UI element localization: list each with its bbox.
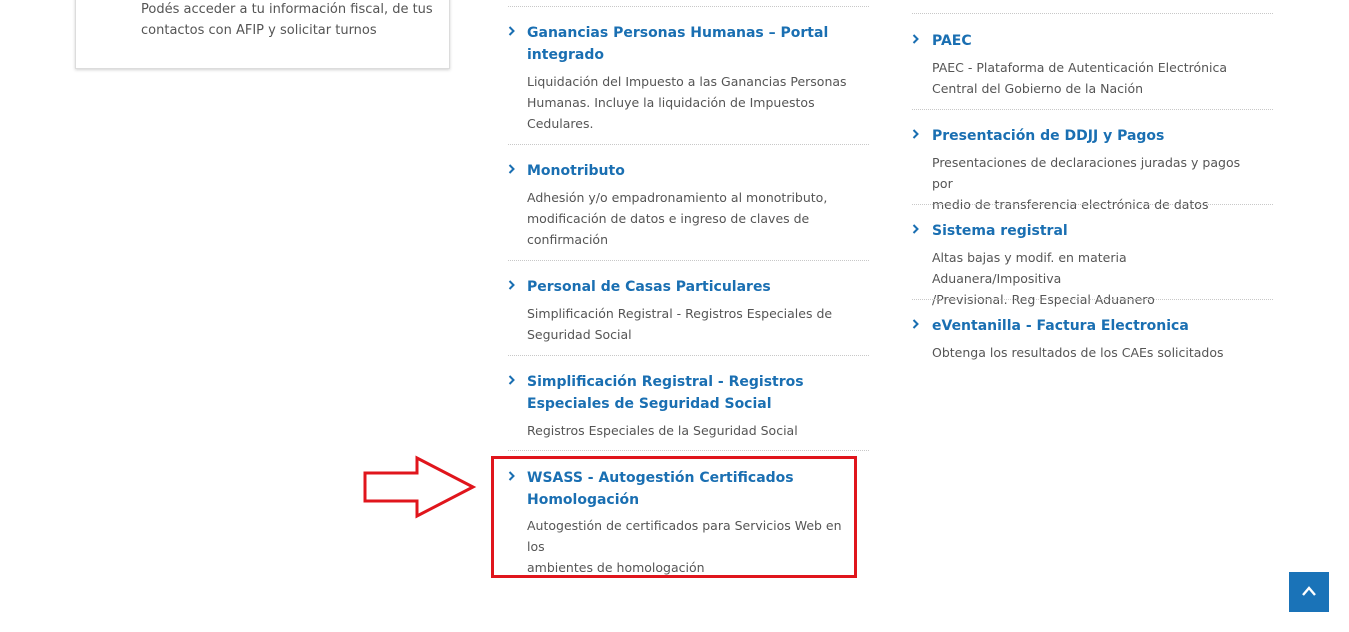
service-title-line: integrado — [527, 47, 604, 63]
service-link-ganancias[interactable]: Ganancias Personas Humanas – Portal inte… — [527, 22, 847, 66]
info-card-text: Podés acceder a tu información fiscal, d… — [141, 2, 433, 38]
service-title-line: Especiales de Seguridad Social — [527, 396, 772, 412]
chevron-right-icon — [912, 129, 922, 141]
annotation-highlight-box — [491, 456, 857, 578]
service-title-line: Sistema registral — [932, 223, 1068, 239]
service-description: Registros Especiales de la Seguridad Soc… — [527, 420, 852, 441]
description-line: Humanas. Incluye la liquidación de Impue… — [527, 95, 815, 110]
service-title-line: Ganancias Personas Humanas – Portal — [527, 25, 829, 41]
service-link-sistema-registral[interactable]: Sistema registral — [932, 220, 1252, 242]
separator — [912, 299, 1273, 300]
description-line: PAEC - Plataforma de Autenticación Elect… — [932, 60, 1228, 75]
service-title-line: Monotributo — [527, 163, 625, 179]
chevron-right-icon — [508, 26, 518, 38]
separator — [912, 13, 1273, 14]
description-line: Cedulares. — [527, 116, 594, 131]
service-link-eventanilla[interactable]: eVentanilla - Factura Electronica — [932, 315, 1252, 337]
chevron-right-icon — [912, 319, 922, 331]
description-line: Altas bajas y modif. en materia Aduanera… — [932, 250, 1127, 286]
chevron-right-icon — [508, 280, 518, 292]
service-title-line: Personal de Casas Particulares — [527, 279, 771, 295]
description-line: confirmación — [527, 232, 608, 247]
chevron-right-icon — [912, 34, 922, 46]
back-to-top-button[interactable] — [1289, 572, 1329, 612]
arrow-right-icon — [363, 455, 477, 519]
service-description: PAEC - Plataforma de Autenticación Elect… — [932, 57, 1257, 99]
chevron-right-icon — [508, 164, 518, 176]
description-line: Presentaciones de declaraciones juradas … — [932, 155, 1241, 191]
separator — [508, 450, 869, 451]
service-description: Simplificación Registral - Registros Esp… — [527, 303, 852, 345]
service-title-line: PAEC — [932, 33, 972, 49]
description-line: Liquidación del Impuesto a las Ganancias… — [527, 74, 847, 89]
service-description: Adhesión y/o empadronamiento al monotrib… — [527, 187, 852, 250]
chevron-right-icon — [912, 224, 922, 236]
service-title-line: Simplificación Registral - Registros — [527, 374, 804, 390]
service-description: Presentaciones de declaraciones juradas … — [932, 152, 1257, 215]
service-link-monotributo[interactable]: Monotributo — [527, 160, 847, 182]
service-description: Obtenga los resultados de los CAEs solic… — [932, 342, 1257, 363]
description-line: Registros Especiales de la Seguridad Soc… — [527, 423, 798, 438]
description-line: modificación de datos e ingreso de clave… — [527, 211, 810, 226]
service-title-line: eVentanilla - Factura Electronica — [932, 318, 1189, 334]
service-link-ddjj-pagos[interactable]: Presentación de DDJJ y Pagos — [932, 125, 1252, 147]
description-line: Adhesión y/o empadronamiento al monotrib… — [527, 190, 828, 205]
separator — [912, 204, 1273, 205]
service-title-line: Presentación de DDJJ y Pagos — [932, 128, 1165, 144]
service-description: Liquidación del Impuesto a las Ganancias… — [527, 71, 852, 134]
chevron-right-icon — [508, 375, 518, 387]
chevron-up-icon — [1302, 586, 1316, 596]
description-line: Obtenga los resultados de los CAEs solic… — [932, 345, 1224, 360]
info-card: Podés acceder a tu información fiscal, d… — [75, 0, 450, 69]
separator — [912, 109, 1273, 110]
description-line: Central del Gobierno de la Nación — [932, 81, 1144, 96]
service-description: Altas bajas y modif. en materia Aduanera… — [932, 247, 1257, 310]
description-line: Simplificación Registral - Registros Esp… — [527, 306, 833, 321]
service-link-casas-particulares[interactable]: Personal de Casas Particulares — [527, 276, 847, 298]
description-line: Seguridad Social — [527, 327, 632, 342]
service-link-simplificacion-registral[interactable]: Simplificación Registral - Registros Esp… — [527, 371, 847, 415]
separator — [508, 355, 869, 356]
service-link-paec[interactable]: PAEC — [932, 30, 1252, 52]
separator — [508, 260, 869, 261]
separator — [508, 6, 869, 7]
separator — [508, 144, 869, 145]
